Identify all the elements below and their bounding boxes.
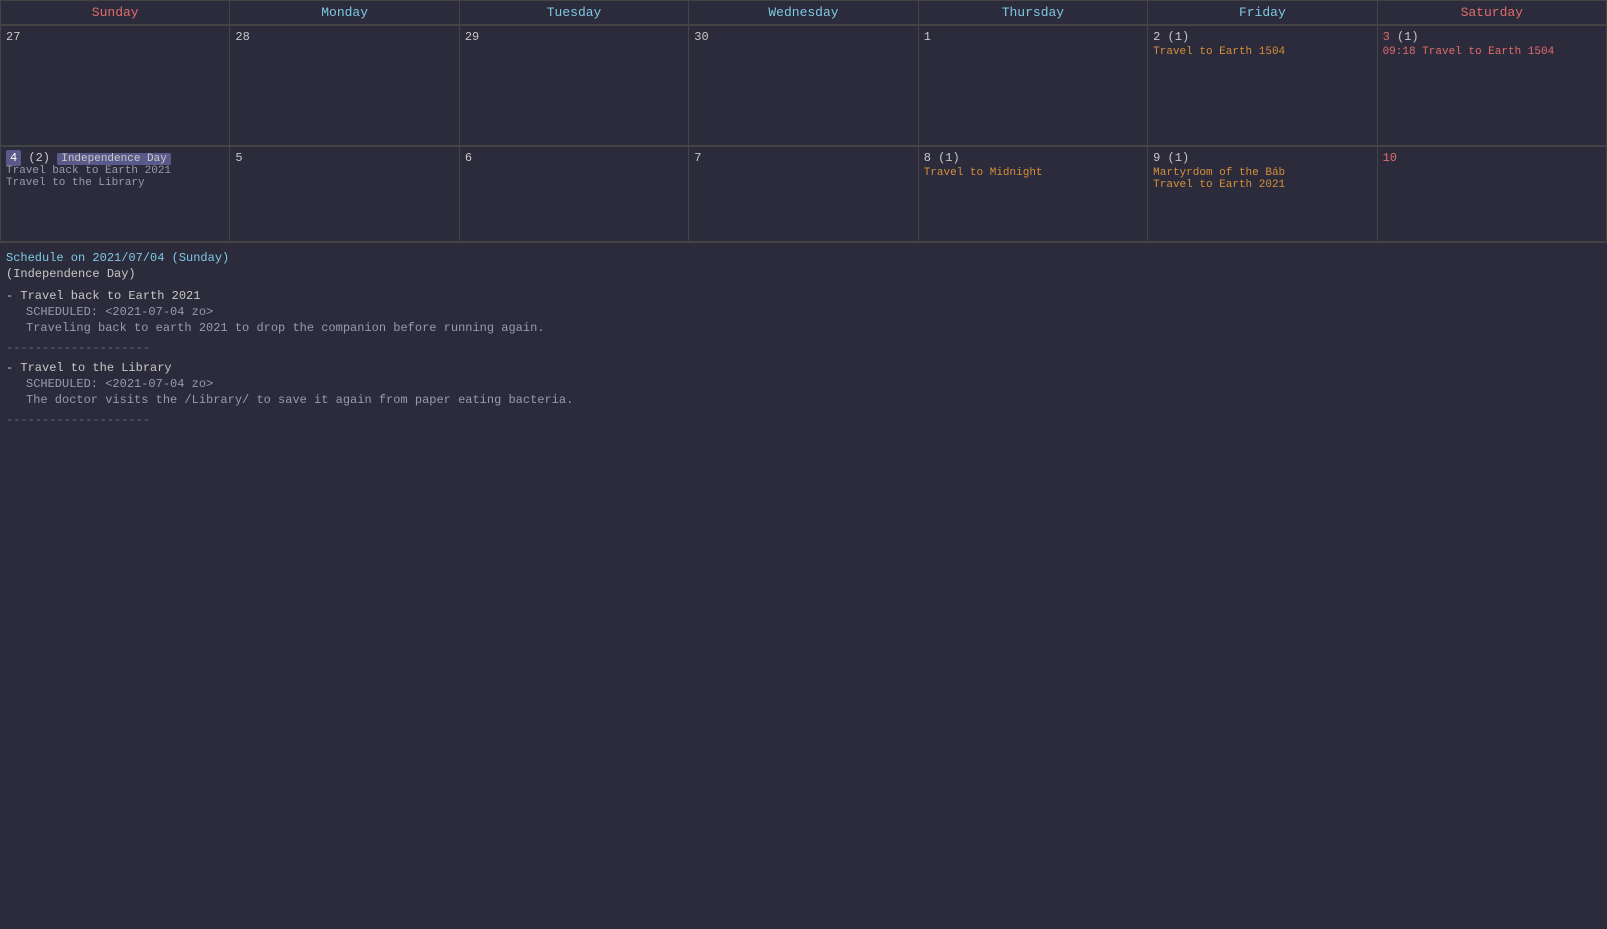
entry-title-1: - Travel back to Earth 2021	[6, 289, 1601, 303]
calendar-week2: 4 (2) Independence Day Travel back to Ea…	[0, 146, 1607, 242]
event-travel-midnight[interactable]: Travel to Midnight	[924, 167, 1142, 179]
header-wednesday: Wednesday	[689, 1, 918, 25]
day-cell-27[interactable]: 27	[1, 26, 230, 146]
event-count-3: (1)	[1397, 30, 1419, 44]
day-cell-7[interactable]: 7	[689, 147, 918, 242]
schedule-entry-2: - Travel to the Library SCHEDULED: <2021…	[6, 361, 1601, 407]
schedule-holiday: (Independence Day)	[6, 267, 1601, 281]
entry-desc-2: The doctor visits the /Library/ to save …	[6, 393, 1601, 407]
day-number-5: 5	[235, 151, 242, 165]
day-number-30: 30	[694, 30, 708, 44]
event-martyrdom-bab: Martyrdom of the Báb	[1153, 167, 1371, 179]
day-number-29: 29	[465, 30, 479, 44]
day-cell-4[interactable]: 4 (2) Independence Day Travel back to Ea…	[1, 147, 230, 242]
day-number-27: 27	[6, 30, 20, 44]
day-number-2: 2	[1153, 30, 1160, 44]
divider-1: --------------------	[6, 341, 1601, 355]
header-sunday: Sunday	[1, 1, 230, 25]
day-cell-30[interactable]: 30	[689, 26, 918, 146]
event-travel-earth-1504-sat[interactable]: 09:18 Travel to Earth 1504	[1383, 46, 1601, 58]
header-saturday: Saturday	[1378, 1, 1607, 25]
day-cell-10[interactable]: 10	[1378, 147, 1607, 242]
day-number-8: 8	[924, 151, 931, 165]
entry-scheduled-1: SCHEDULED: <2021-07-04 zo>	[6, 305, 1601, 319]
day-number-1: 1	[924, 30, 931, 44]
calendar-header-row: Sunday Monday Tuesday Wednesday Thursday…	[0, 0, 1607, 25]
entry-title-2: - Travel to the Library	[6, 361, 1601, 375]
calendar-week1: 27 28 29 30 1 2 (1) Travel to Earth 1504…	[0, 25, 1607, 146]
entry-desc-1: Traveling back to earth 2021 to drop the…	[6, 321, 1601, 335]
event-travel-library[interactable]: Travel to the Library	[6, 177, 224, 189]
event-count-8: (1)	[938, 151, 960, 165]
schedule-title: Schedule on 2021/07/04 (Sunday)	[6, 251, 1601, 265]
day-cell-2[interactable]: 2 (1) Travel to Earth 1504	[1148, 26, 1377, 146]
day-number-28: 28	[235, 30, 249, 44]
schedule-entry-1: - Travel back to Earth 2021 SCHEDULED: <…	[6, 289, 1601, 335]
holiday-badge-independence: Independence Day	[57, 153, 171, 165]
event-travel-earth-1504-fri[interactable]: Travel to Earth 1504	[1153, 46, 1371, 58]
day-number-9: 9	[1153, 151, 1160, 165]
day-cell-5[interactable]: 5	[230, 147, 459, 242]
day-cell-29[interactable]: 29	[460, 26, 689, 146]
event-travel-earth-2021-fri[interactable]: Travel to Earth 2021	[1153, 179, 1371, 191]
day-cell-28[interactable]: 28	[230, 26, 459, 146]
day-cell-8[interactable]: 8 (1) Travel to Midnight	[919, 147, 1148, 242]
event-travel-back-earth-2021[interactable]: Travel back to Earth 2021	[6, 165, 224, 177]
header-monday: Monday	[230, 1, 459, 25]
day-number-10: 10	[1383, 151, 1397, 165]
header-friday: Friday	[1148, 1, 1377, 25]
event-count-4: (2)	[28, 151, 57, 165]
divider-2: --------------------	[6, 413, 1601, 427]
day-cell-3[interactable]: 3 (1) 09:18 Travel to Earth 1504	[1378, 26, 1607, 146]
day-number-7: 7	[694, 151, 701, 165]
day-number-3: 3	[1383, 30, 1390, 44]
header-thursday: Thursday	[919, 1, 1148, 25]
event-count-9: (1)	[1168, 151, 1190, 165]
entry-scheduled-2: SCHEDULED: <2021-07-04 zo>	[6, 377, 1601, 391]
day-cell-9[interactable]: 9 (1) Martyrdom of the Báb Travel to Ear…	[1148, 147, 1377, 242]
day-cell-1[interactable]: 1	[919, 26, 1148, 146]
event-count-2: (1)	[1168, 30, 1190, 44]
day-number-4: 4	[6, 150, 21, 166]
day-cell-6[interactable]: 6	[460, 147, 689, 242]
day-number-6: 6	[465, 151, 472, 165]
schedule-section: Schedule on 2021/07/04 (Sunday) (Indepen…	[0, 242, 1607, 441]
header-tuesday: Tuesday	[460, 1, 689, 25]
